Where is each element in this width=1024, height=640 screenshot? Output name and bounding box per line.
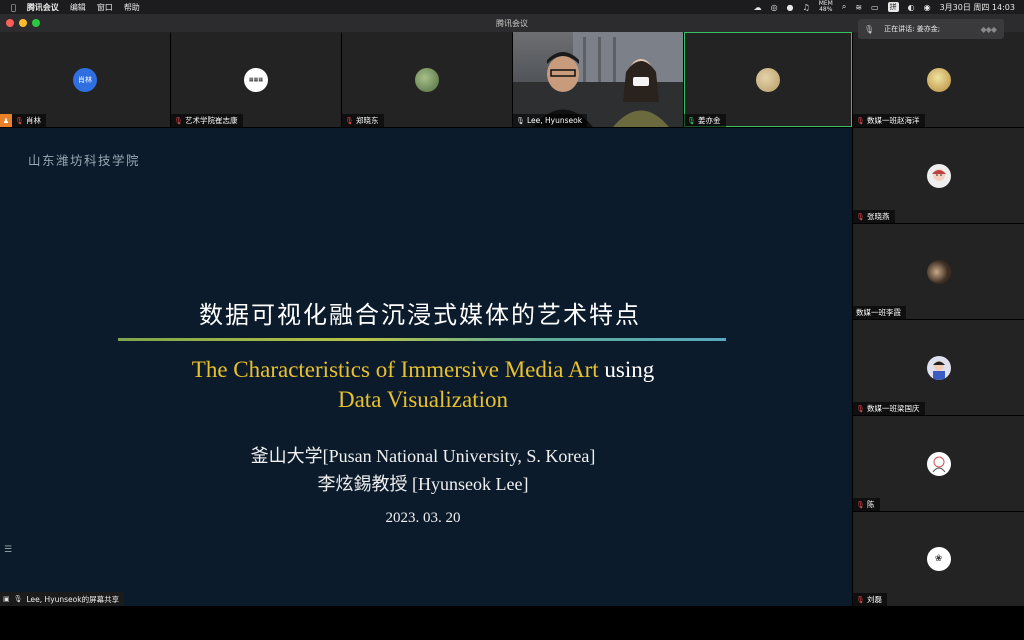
list-icon[interactable]: ☰ [4,545,12,555]
mac-menubar:  腾讯会议 编辑 窗口 帮助 ☁ ◎ ● ♫ MEM48% ⌕ ≋ ▭ 拼 ◐… [0,0,1024,14]
avatar [926,451,951,476]
mic-speaking-icon: 🎙 [687,116,696,125]
screen-share-label: ▣ 🎙 Lee, Hyunseok的屏幕共享 [0,592,125,606]
participant-tile-liulei[interactable]: ❀ 🎙 刘磊 [853,512,1024,606]
mic-muted-icon: 🎙 [15,116,24,125]
participant-namebar: 🎙 艺术学院崔志康 [171,114,243,127]
memory-indicator[interactable]: MEM 48% [819,1,833,13]
slide-title-english: The Characteristics of Immersive Media A… [191,357,655,412]
mic-muted-icon: 🎙 [856,212,865,221]
participant-namebar: 🎙 刘磊 [853,593,887,606]
control-center-icon[interactable]: ◐ [908,3,915,12]
participant-namebar: 数媒一班李霞 [853,306,906,319]
mic-icon: 🎙 [13,595,23,603]
participant-tile-zhengxiaodong[interactable]: 🎙 郑晓东 [342,32,512,127]
mic-icon: 🎙 [516,116,525,125]
microphone-icon: 🎙 [864,24,875,34]
participant-namebar: 🎙 Lee, Hyunseok [513,114,588,127]
bottom-toolbar-area [0,606,1024,640]
slide-divider [118,338,726,341]
avatar: ❀ [926,547,951,571]
participant-tile-lianguoqing[interactable]: 🎙 数媒一班梁国庆 [853,320,1024,415]
participant-tile-lixia[interactable]: 数媒一班李霞 [853,224,1024,319]
menu-edit[interactable]: 编辑 [70,2,86,13]
participant-tile-lee-hyunseok-video[interactable]: 🎙 Lee, Hyunseok [513,32,683,127]
search-icon[interactable]: ⌕ [842,2,846,12]
input-method[interactable]: 拼 [887,2,899,12]
screen-share-icon: ▣ [3,595,10,603]
avatar [415,67,439,92]
slide-title-chinese: 数据可视化融合沉浸式媒体的艺术特点 [199,301,641,329]
participant-namebar: 🎙 张晓燕 [853,210,895,223]
mic-muted-icon: 🎙 [856,116,865,125]
host-icon: ♟ [0,114,12,127]
avatar: 肖林 [73,67,97,92]
slide-professor: 李炫錫教授 [Hyunseok Lee] [317,474,529,494]
participant-tile-zhaohaiyang[interactable]: 🎙 数媒一班赵海洋 [853,32,1024,127]
participant-namebar: ♟ 🎙 肖林 [0,114,46,127]
creative-cloud-icon[interactable]: ◎ [771,3,778,12]
clock-datetime[interactable]: 3月30日 周四 14:03 [940,2,1015,13]
siri-icon[interactable]: ◉ [924,3,931,12]
wifi-icon[interactable]: ≋ [855,3,862,12]
avatar [926,355,951,380]
participant-namebar: 🎙 数媒一班梁国庆 [853,402,925,415]
mic-muted-icon: 🎙 [856,404,865,413]
avatar [926,67,951,92]
participant-tile-cuizhikang[interactable]: ▦▦▦ 🎙 艺术学院崔志康 [171,32,341,127]
mic-muted-icon: 🎙 [856,500,865,509]
video-feed [513,32,683,127]
bell-icon[interactable]: ♫ [803,3,810,12]
menu-window[interactable]: 窗口 [97,2,113,13]
speaking-indicator: 🎙 正在讲话: 姜亦金; ◆◆◆ [858,19,1004,39]
waveform-icon: ◆◆◆ [980,24,998,34]
slide-date: 2023. 03. 20 [385,510,461,526]
slide-school-name: 山东潍坊科技学院 [28,153,141,168]
avatar [926,163,951,188]
participant-tile-xiaolin[interactable]: 肖林 ♟ 🎙 肖林 [0,32,170,127]
avatar [926,259,951,284]
mic-muted-icon: 🎙 [856,595,865,604]
speaking-label: 正在讲话: 姜亦金; [884,25,941,33]
participant-namebar: 🎙 数媒一班赵海洋 [853,114,925,127]
participant-tile-jiangyijin[interactable]: 🎙 姜亦金 [684,32,852,127]
cloud-icon[interactable]: ☁ [754,3,762,12]
apple-icon[interactable]:  [11,3,16,12]
mic-muted-icon: 🎙 [174,116,183,125]
wechat-icon[interactable]: ● [787,3,794,12]
participant-namebar: 🎙 陈 [853,498,880,511]
menu-app-name[interactable]: 腾讯会议 [27,2,59,13]
participant-tile-chen[interactable]: 🎙 陈 [853,416,1024,511]
participant-namebar: 🎙 郑晓东 [342,114,384,127]
participant-tile-zhangxiaoyan[interactable]: 🎙 张晓燕 [853,128,1024,223]
mic-muted-icon: 🎙 [345,116,354,125]
participant-namebar: 🎙 姜亦金 [684,114,726,127]
battery-icon[interactable]: ▭ [871,3,879,12]
slide-university: 釜山大学[Pusan National University, S. Korea… [250,446,596,466]
menu-help[interactable]: 帮助 [124,2,140,13]
avatar: ▦▦▦ [244,67,268,92]
avatar [756,67,780,92]
